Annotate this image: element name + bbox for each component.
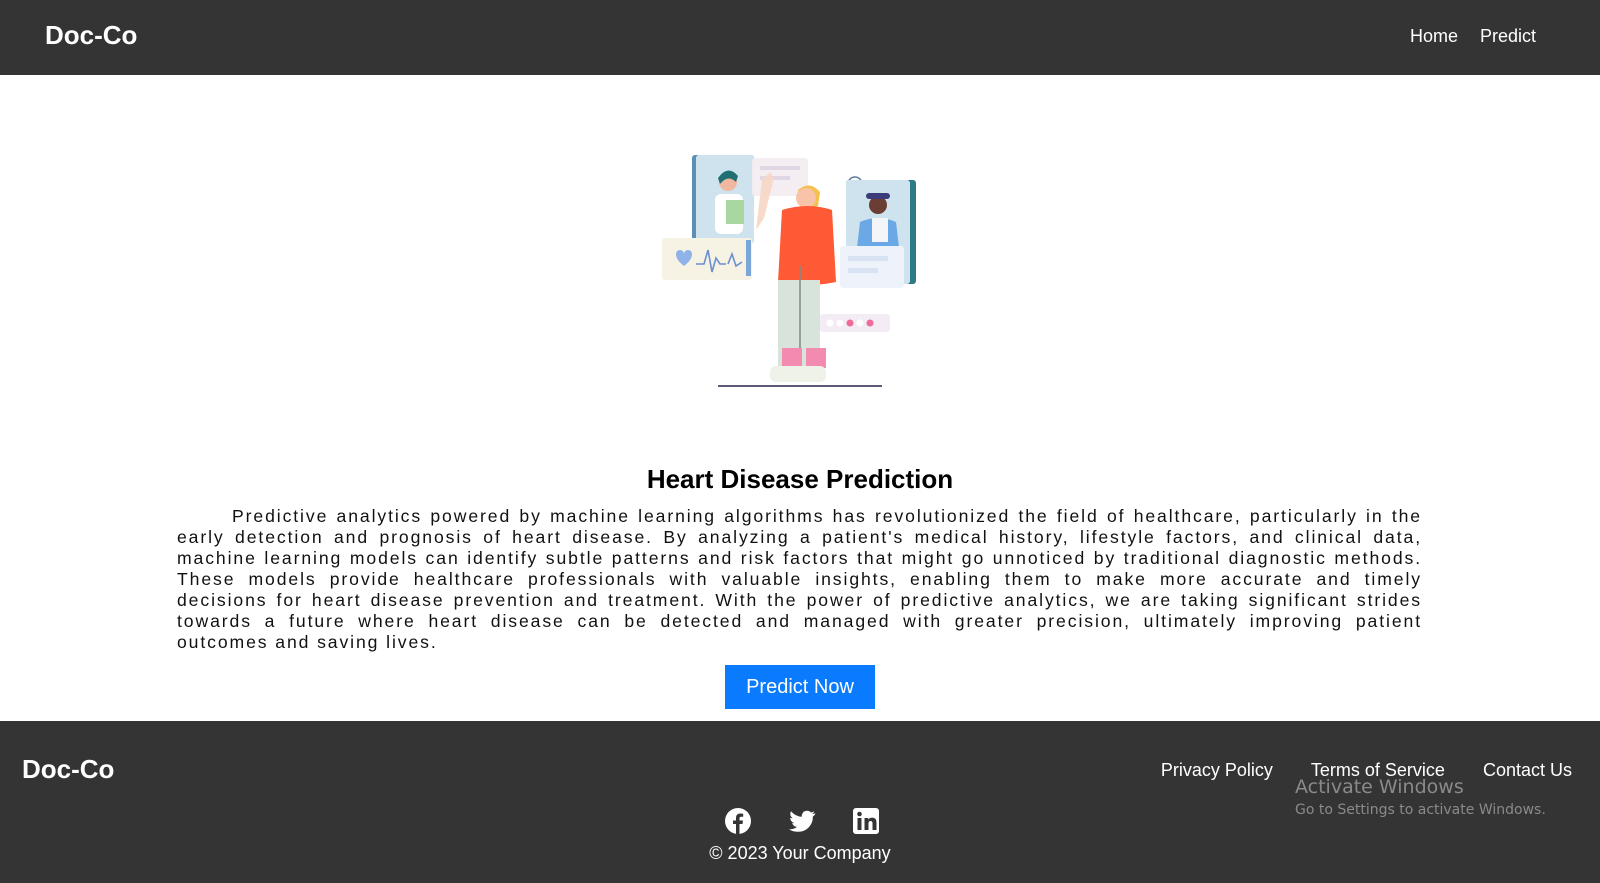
social-links (724, 807, 880, 835)
watermark-title: Activate Windows (1295, 776, 1464, 798)
doctor-patient-illustration (660, 150, 925, 395)
page-title: Heart Disease Prediction (646, 464, 954, 494)
nav-predict-link[interactable]: Predict (1480, 26, 1536, 47)
predict-now-button[interactable]: Predict Now (725, 665, 875, 709)
footer-brand[interactable]: Doc-Co (22, 754, 114, 785)
nav-home-link[interactable]: Home (1410, 26, 1458, 47)
main-nav: Home Predict (1410, 26, 1536, 47)
linkedin-icon[interactable] (852, 807, 880, 835)
activate-windows-watermark: Activate Windows Go to Settings to activ… (1295, 776, 1546, 818)
brand-logo[interactable]: Doc-Co (45, 20, 137, 51)
facebook-icon[interactable] (724, 807, 752, 835)
copyright-text: © 2023 Your Company (709, 843, 891, 863)
privacy-policy-link[interactable]: Privacy Policy (1161, 760, 1273, 781)
top-navbar: Doc-Co Home Predict (0, 0, 1600, 75)
watermark-subtitle: Go to Settings to activate Windows. (1295, 802, 1546, 818)
page-footer: Doc-Co Privacy Policy Terms of Service C… (0, 721, 1600, 883)
twitter-icon[interactable] (788, 807, 816, 835)
description-paragraph: Predictive analytics powered by machine … (177, 506, 1422, 652)
